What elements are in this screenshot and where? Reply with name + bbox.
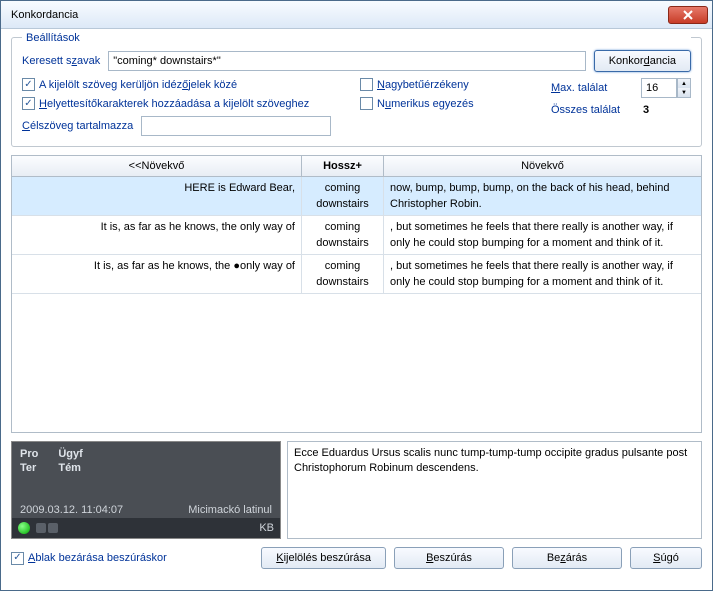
meta-col-2: Ügyf Tém	[58, 448, 82, 474]
search-row: Keresett szavak Konkordancia	[22, 50, 691, 72]
flag-icons	[36, 523, 58, 533]
titlebar: Konkordancia	[1, 1, 712, 29]
target-label: Célszöveg tartalmazza	[22, 120, 133, 132]
target-row: Célszöveg tartalmazza	[22, 116, 539, 136]
max-hits-input[interactable]	[641, 78, 677, 98]
wildcard-checkbox[interactable]	[22, 97, 35, 110]
max-hits-field: ▲▼	[641, 78, 691, 98]
meta-pro: Pro	[20, 448, 38, 460]
table-header: <<Növekvő Hossz+ Növekvő	[12, 156, 701, 177]
max-hits-label: Max. találat	[551, 82, 607, 94]
cell-left: HERE is Edward Bear,	[12, 177, 302, 215]
case-checkbox[interactable]	[360, 78, 373, 91]
table-row[interactable]: It is, as far as he knows, the only way …	[12, 216, 701, 255]
total-hits-label: Összes találat	[551, 104, 620, 116]
options-left: A kijelölt szöveg kerüljön idézőjelek kö…	[22, 72, 539, 136]
footer: Ablak bezárása beszúráskor Kijelölés bes…	[11, 547, 702, 569]
meta-mid: 2009.03.12. 11:04:07 Micimackó latinul	[12, 502, 280, 518]
metadata-panel: Pro Ter Ügyf Tém 2009.03.12. 11:04:07 Mi…	[11, 441, 281, 539]
search-input[interactable]	[108, 51, 585, 71]
total-hits-value: 3	[643, 104, 691, 116]
close-on-insert-label: Ablak bezárása beszúráskor	[28, 552, 167, 564]
max-hits-spinner[interactable]: ▲▼	[677, 78, 691, 98]
case-checkbox-label: Nagybetűérzékeny	[377, 79, 469, 91]
insert-button[interactable]: Beszúrás	[394, 547, 504, 569]
settings-fieldset: Beállítások Keresett szavak Konkordancia…	[11, 37, 702, 147]
settings-legend: Beállítások	[22, 32, 691, 44]
cell-left: It is, as far as he knows, the ●only way…	[12, 255, 302, 293]
quote-checkbox-label: A kijelölt szöveg kerüljön idézőjelek kö…	[39, 79, 237, 91]
quote-checkbox-row: A kijelölt szöveg kerüljön idézőjelek kö…	[22, 78, 352, 91]
table-body: HERE is Edward Bear, coming downstairs n…	[12, 177, 701, 432]
meta-kb: KB	[259, 522, 274, 534]
opt-row-1: A kijelölt szöveg kerüljön idézőjelek kö…	[22, 78, 539, 91]
col-header-left[interactable]: <<Növekvő	[12, 156, 302, 176]
table-row[interactable]: HERE is Edward Bear, coming downstairs n…	[12, 177, 701, 216]
options-right: Max. találat ▲▼ Összes találat 3	[551, 72, 691, 136]
cell-mid: coming downstairs	[302, 177, 384, 215]
cell-right: now, bump, bump, bump, on the back of hi…	[384, 177, 701, 215]
meta-tem: Tém	[58, 462, 82, 474]
close-button[interactable]: Bezárás	[512, 547, 622, 569]
dialog-window: Konkordancia Beállítások Keresett szavak…	[0, 0, 713, 591]
numeric-checkbox[interactable]	[360, 97, 373, 110]
spinner-up-icon[interactable]: ▲	[678, 79, 690, 88]
cell-right: , but sometimes he feels that there real…	[384, 216, 701, 254]
close-window-button[interactable]	[668, 6, 708, 24]
wildcard-checkbox-label: Helyettesítőkarakterek hozzáadása a kije…	[39, 98, 309, 110]
preview-pane[interactable]: Ecce Eduardus Ursus scalis nunc tump-tum…	[287, 441, 702, 539]
meta-source: Micimackó latinul	[188, 504, 272, 516]
max-hits-row: Max. találat ▲▼	[551, 78, 691, 98]
meta-top: Pro Ter Ügyf Tém	[12, 442, 280, 480]
numeric-checkbox-row: Numerikus egyezés	[360, 97, 474, 110]
meta-ter: Ter	[20, 462, 38, 474]
insert-selection-button[interactable]: Kijelölés beszúrása	[261, 547, 386, 569]
close-on-insert-checkbox[interactable]	[11, 552, 24, 565]
status-led-icon	[18, 522, 30, 534]
help-button[interactable]: Súgó	[630, 547, 702, 569]
bottom-split: Pro Ter Ügyf Tém 2009.03.12. 11:04:07 Mi…	[11, 441, 702, 539]
table-row[interactable]: It is, as far as he knows, the ●only way…	[12, 255, 701, 294]
wildcard-checkbox-row: Helyettesítőkarakterek hozzáadása a kije…	[22, 97, 352, 110]
cell-left: It is, as far as he knows, the only way …	[12, 216, 302, 254]
content-area: Beállítások Keresett szavak Konkordancia…	[1, 29, 712, 590]
total-hits-row: Összes találat 3	[551, 104, 691, 116]
spinner-down-icon[interactable]: ▼	[678, 88, 690, 97]
meta-statusbar: KB	[12, 518, 280, 538]
flag-icon	[36, 523, 46, 533]
cell-right: , but sometimes he feels that there real…	[384, 255, 701, 293]
close-on-insert-row: Ablak bezárása beszúráskor	[11, 552, 167, 565]
target-input[interactable]	[141, 116, 331, 136]
numeric-checkbox-label: Numerikus egyezés	[377, 98, 474, 110]
results-table: <<Növekvő Hossz+ Növekvő HERE is Edward …	[11, 155, 702, 433]
cell-mid: coming downstairs	[302, 216, 384, 254]
meta-col-1: Pro Ter	[20, 448, 38, 474]
col-header-middle[interactable]: Hossz+	[302, 156, 384, 176]
flag-icon	[48, 523, 58, 533]
case-checkbox-row: Nagybetűérzékeny	[360, 78, 469, 91]
meta-ugyf: Ügyf	[58, 448, 82, 460]
search-label: Keresett szavak	[22, 55, 100, 67]
concordance-button[interactable]: Konkordancia	[594, 50, 691, 72]
cell-mid: coming downstairs	[302, 255, 384, 293]
col-header-right[interactable]: Növekvő	[384, 156, 701, 176]
close-icon	[683, 10, 693, 20]
opt-row-2: Helyettesítőkarakterek hozzáadása a kije…	[22, 97, 539, 110]
options-grid: A kijelölt szöveg kerüljön idézőjelek kö…	[22, 72, 691, 136]
window-title: Konkordancia	[11, 9, 668, 21]
meta-timestamp: 2009.03.12. 11:04:07	[20, 504, 123, 516]
quote-checkbox[interactable]	[22, 78, 35, 91]
